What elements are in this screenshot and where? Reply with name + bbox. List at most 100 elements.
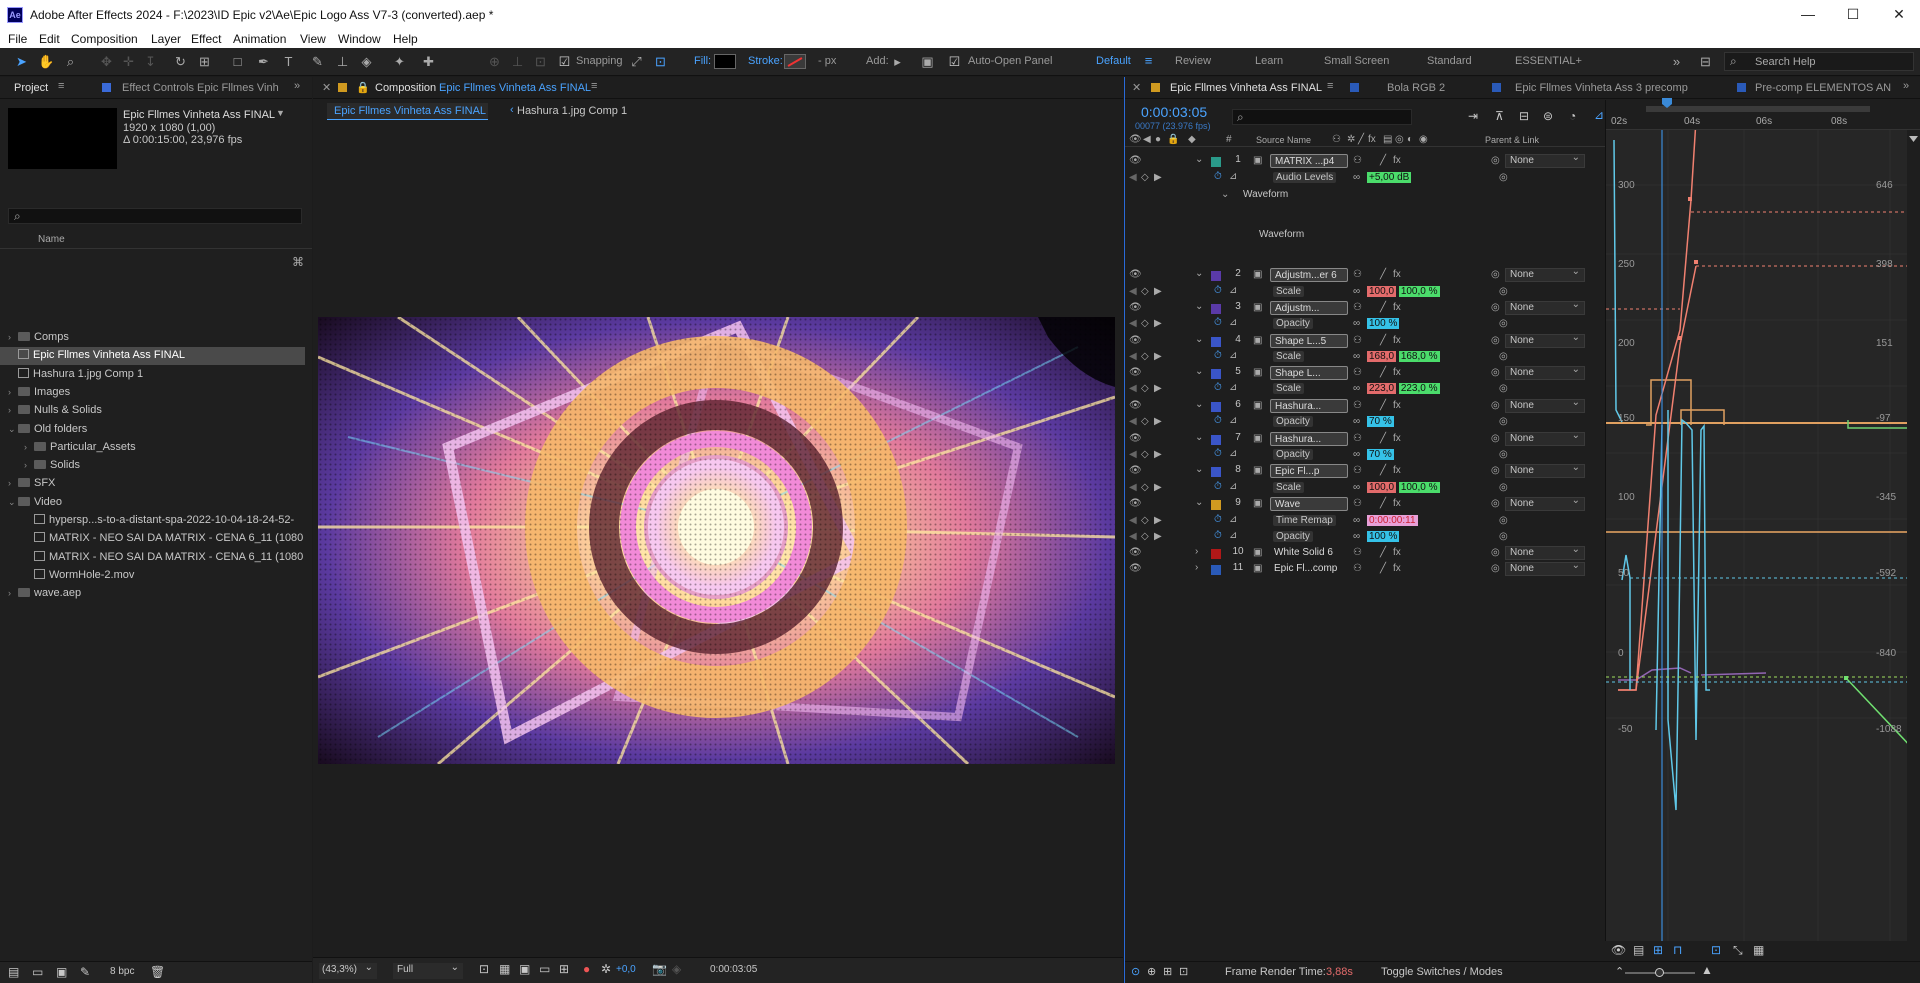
fx-switch-icon[interactable]: fx xyxy=(1393,155,1401,166)
fx-switch-icon[interactable]: fx xyxy=(1393,335,1401,346)
quality-switch-icon[interactable]: ╱ xyxy=(1380,335,1386,346)
pickwhip-icon[interactable]: ◎ xyxy=(1491,433,1500,444)
project-search-input[interactable]: ⌕ xyxy=(8,208,302,224)
selection-tool-icon[interactable]: ➤ xyxy=(13,53,30,70)
zoom-slider-knob[interactable] xyxy=(1655,968,1664,977)
clone-tool-icon[interactable]: ⊥ xyxy=(334,53,351,70)
keyframe-add-icon[interactable]: ◇ xyxy=(1141,351,1149,362)
parent-dropdown[interactable]: None xyxy=(1505,495,1585,511)
stopwatch-icon[interactable]: ⏱ xyxy=(1214,382,1222,393)
eye-column-icon[interactable]: 👁 xyxy=(1129,134,1142,145)
snap-edges-icon[interactable]: ⤢ xyxy=(628,53,645,70)
property-value[interactable]: 70 % xyxy=(1367,449,1394,460)
twirl-icon[interactable]: ⌄ xyxy=(1195,301,1203,312)
fit-selection-icon[interactable]: ⊡ xyxy=(1711,943,1721,957)
graph-toggle-icon[interactable]: ⊿ xyxy=(1229,317,1237,328)
pickwhip-icon[interactable]: ◎ xyxy=(1491,367,1500,378)
property-value-y[interactable]: 100,0 % xyxy=(1398,482,1440,493)
expression-pickwhip-icon[interactable]: ◎ xyxy=(1499,482,1508,493)
keyframe-next-icon[interactable]: ▶ xyxy=(1154,416,1162,427)
shy-switch-icon[interactable]: ⚇ xyxy=(1353,433,1362,444)
layer-row[interactable]: 👁 › 10 ▣ White Solid 6 ⚇ ╱ fx ◎ None xyxy=(1125,544,1595,562)
pen-tool-icon[interactable]: ✒ xyxy=(255,53,272,70)
orbit-tool-icon[interactable]: ✥ xyxy=(98,53,115,70)
keyframe-add-icon[interactable]: ◇ xyxy=(1141,286,1149,297)
visibility-eye-icon[interactable]: 👁 xyxy=(1129,367,1142,378)
tab-composition-label[interactable]: Composition xyxy=(375,82,436,94)
visibility-eye-icon[interactable]: 👁 xyxy=(1129,465,1142,476)
comp-menu-icon[interactable]: ≡ xyxy=(591,80,597,92)
keyframe-prev-icon[interactable]: ◀ xyxy=(1129,416,1137,427)
project-item[interactable]: Epic Fllmes Vinheta Ass FINAL xyxy=(0,347,305,366)
property-value[interactable]: 100 % xyxy=(1367,531,1400,542)
shy-layers-icon[interactable]: ⊟ xyxy=(1519,109,1529,123)
property-row[interactable]: ◀ ◇ ▶ ⏱ ⊿ Opacity ∞ 100 % ◎ xyxy=(1125,530,1595,546)
property-value[interactable]: 0:00:00:11 xyxy=(1367,515,1418,526)
label-color-icon[interactable] xyxy=(1211,157,1221,167)
interpret-footage-icon[interactable]: ▤ xyxy=(8,965,19,979)
new-comp-icon[interactable]: ▣ xyxy=(56,965,67,979)
time-ruler[interactable]: 02s 04s 06s 08s xyxy=(1606,100,1920,130)
layer-switches-icon[interactable]: ⊕ xyxy=(1147,965,1156,978)
pickwhip-icon[interactable]: ◎ xyxy=(1491,269,1500,280)
tab-project[interactable]: Project xyxy=(14,82,48,94)
brush-tool-icon[interactable]: ✎ xyxy=(309,53,326,70)
layer-row[interactable]: 👁 › 11 ▣ Epic Fl...comp ⚇ ╱ fx ◎ None xyxy=(1125,560,1595,578)
layer-name[interactable]: Adjustm...er 6 xyxy=(1270,268,1348,282)
breadcrumb-item-2[interactable]: Hashura 1.jpg Comp 1 xyxy=(517,105,627,117)
stopwatch-icon[interactable]: ⏱ xyxy=(1214,285,1222,296)
twirl-icon[interactable]: ⌄ xyxy=(1195,399,1203,410)
adjust-project-icon[interactable]: ✎ xyxy=(80,965,90,979)
pickwhip-icon[interactable]: ◎ xyxy=(1491,400,1500,411)
fx-switch-icon[interactable]: fx xyxy=(1393,302,1401,313)
parent-dropdown[interactable]: None xyxy=(1505,462,1585,478)
label-color-icon[interactable] xyxy=(1211,271,1221,281)
expression-pickwhip-icon[interactable]: ◎ xyxy=(1499,351,1508,362)
expand-closed-icon[interactable]: › xyxy=(24,442,34,452)
link-icon[interactable]: ∞ xyxy=(1353,383,1360,394)
visibility-eye-icon[interactable]: 👁 xyxy=(1129,155,1142,166)
layer-name[interactable]: Hashura... xyxy=(1270,432,1348,446)
twirl-icon[interactable]: ⌄ xyxy=(1195,154,1203,165)
trash-icon[interactable]: 🗑 xyxy=(150,965,165,979)
expand-closed-icon[interactable]: › xyxy=(8,588,18,598)
more-workspaces-icon[interactable]: » xyxy=(1668,53,1685,70)
project-item[interactable]: › SFX xyxy=(0,475,305,493)
project-item[interactable]: › Comps xyxy=(0,329,305,347)
keyframe-next-icon[interactable]: ▶ xyxy=(1154,531,1162,542)
rotate-tool-icon[interactable]: ↻ xyxy=(172,53,189,70)
label-color-icon[interactable] xyxy=(1211,500,1221,510)
layer-row[interactable]: 👁 ⌄ 9 ▣ Wave ⚇ ╱ fx ◎ None xyxy=(1125,495,1595,513)
zoom-out-icon[interactable]: ⌃ xyxy=(1615,965,1624,978)
graph-toggle-icon[interactable]: ⊿ xyxy=(1229,514,1237,525)
mask-visibility-icon[interactable]: ▣ xyxy=(519,962,530,976)
project-item[interactable]: MATRIX - NEO SAI DA MATRIX - CENA 6_11 (… xyxy=(0,549,305,567)
timeline-search-input[interactable]: ⌕ xyxy=(1232,109,1412,125)
zoom-tool-icon[interactable]: ⌕ xyxy=(62,53,79,70)
timeline-overflow-icon[interactable]: » xyxy=(1903,80,1909,92)
workspace-learn[interactable]: Learn xyxy=(1255,55,1283,67)
menu-help[interactable]: Help xyxy=(393,32,418,46)
fx-switch-icon[interactable]: fx xyxy=(1393,367,1401,378)
workspace-small-screen[interactable]: Small Screen xyxy=(1324,55,1389,67)
keyframe-add-icon[interactable]: ◇ xyxy=(1141,318,1149,329)
expand-closed-icon[interactable]: › xyxy=(8,387,18,397)
visibility-eye-icon[interactable]: 👁 xyxy=(1129,563,1142,574)
link-icon[interactable]: ∞ xyxy=(1353,351,1360,362)
expand-closed-icon[interactable]: › xyxy=(8,405,18,415)
maximize-button[interactable]: ☐ xyxy=(1845,6,1861,22)
property-row[interactable]: ◀ ◇ ▶ ⏱ ⊿ Scale ∞ 223,0 223,0 % ◎ xyxy=(1125,382,1595,398)
property-value[interactable]: 70 % xyxy=(1367,416,1394,427)
in-out-icon[interactable]: ⊡ xyxy=(1179,965,1188,978)
property-value-y[interactable]: 168,0 % xyxy=(1398,351,1440,362)
workspace-standard[interactable]: Standard xyxy=(1427,55,1472,67)
graph-toggle-icon[interactable]: ⊿ xyxy=(1229,382,1237,393)
project-item[interactable]: › Images xyxy=(0,384,305,402)
property-value[interactable]: +5,00 dB xyxy=(1367,172,1412,183)
link-icon[interactable]: ∞ xyxy=(1353,482,1360,493)
parent-link-header[interactable]: Parent & Link xyxy=(1485,135,1539,145)
keyframe-prev-icon[interactable]: ◀ xyxy=(1129,449,1137,460)
workspace-review[interactable]: Review xyxy=(1175,55,1211,67)
keyframe-prev-icon[interactable]: ◀ xyxy=(1129,482,1137,493)
fx-switch-icon[interactable]: fx xyxy=(1393,498,1401,509)
